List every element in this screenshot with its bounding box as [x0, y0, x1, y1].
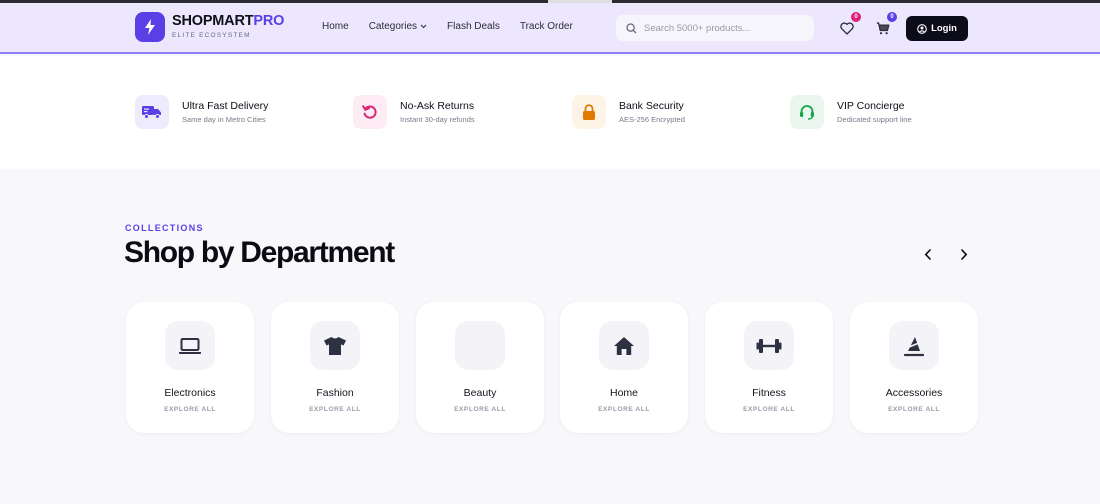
login-button[interactable]: Login	[906, 16, 968, 41]
nav-categories-label: Categories	[368, 21, 418, 32]
cart-icon	[876, 21, 890, 34]
category-name: Home	[609, 387, 638, 399]
category-explore-link[interactable]: EXPLORE ALL	[126, 406, 254, 413]
category-card-electronics[interactable]: Electronics EXPLORE ALL	[126, 302, 254, 433]
search-input[interactable]	[644, 22, 804, 34]
carousel-prev-button[interactable]	[919, 245, 937, 263]
feature-subtitle: Dedicated support line	[837, 115, 912, 124]
feature-title: Ultra Fast Delivery	[182, 100, 269, 112]
wishlist-count-badge: 0	[851, 12, 861, 22]
feature-subtitle: Same day in Metro Cities	[182, 115, 266, 124]
category-name: Beauty	[463, 387, 497, 399]
nav-flash-deals-label: Flash Deals	[447, 21, 500, 32]
category-card-fashion[interactable]: Fashion EXPLORE ALL	[271, 302, 399, 433]
cart-count-badge: 0	[887, 12, 897, 22]
category-card-fitness[interactable]: Fitness EXPLORE ALL	[705, 302, 833, 433]
nav-track-order[interactable]: Track Order	[520, 21, 573, 32]
tshirt-icon	[310, 321, 360, 370]
feature-title: Bank Security	[619, 100, 684, 112]
carousel-next-button[interactable]	[955, 245, 973, 263]
category-explore-link[interactable]: EXPLORE ALL	[271, 406, 399, 413]
brand-tagline: ELITE ECOSYSTEM	[172, 32, 251, 39]
category-name: Fashion	[316, 387, 354, 399]
nav-track-order-label: Track Order	[519, 21, 573, 32]
feature-returns: No-Ask Returns Instant 30-day refunds	[353, 95, 475, 129]
category-name: Electronics	[164, 387, 216, 399]
brand-accent: PRO	[253, 13, 285, 29]
beauty-placeholder-icon	[455, 321, 505, 370]
category-name: Fitness	[752, 387, 786, 399]
login-label: Login	[931, 23, 957, 34]
search-icon	[626, 22, 637, 33]
category-card-beauty[interactable]: Beauty EXPLORE ALL	[416, 302, 544, 433]
category-explore-link[interactable]: EXPLORE ALL	[850, 406, 978, 413]
nav-flash-deals[interactable]: Flash Deals	[447, 21, 500, 32]
cart-button[interactable]: 0	[872, 12, 897, 39]
category-card-accessories[interactable]: Accessories EXPLORE ALL	[850, 302, 978, 433]
dumbbell-icon	[744, 321, 794, 370]
feature-vip-concierge: VIP Concierge Dedicated support line	[790, 95, 912, 129]
section-title: Shop by Department	[124, 236, 395, 269]
nav-home-label: Home	[322, 21, 349, 32]
site-header: SHOPMARTPRO ELITE ECOSYSTEM Home Categor…	[0, 3, 1100, 54]
nav-home[interactable]: Home	[322, 21, 349, 32]
chevron-right-icon	[961, 248, 968, 260]
category-explore-link[interactable]: EXPLORE ALL	[705, 406, 833, 413]
chevron-down-icon	[420, 24, 427, 29]
lock-icon	[572, 95, 606, 129]
heart-icon	[840, 21, 854, 35]
headset-icon	[790, 95, 824, 129]
user-circle-icon	[917, 23, 927, 34]
wishlist-button[interactable]: 0	[836, 12, 861, 39]
main-nav: Home Categories Flash Deals Track Order	[322, 21, 573, 32]
nav-categories[interactable]: Categories	[369, 21, 427, 32]
category-name: Accessories	[885, 387, 943, 399]
truck-icon	[135, 95, 169, 129]
logo-bolt-icon[interactable]	[135, 12, 165, 42]
laptop-icon	[165, 321, 215, 370]
accessory-icon	[889, 321, 939, 370]
house-icon	[599, 321, 649, 370]
brand-primary: SHOPMART	[172, 13, 254, 29]
category-explore-link[interactable]: EXPLORE ALL	[560, 406, 688, 413]
feature-bank-security: Bank Security AES-256 Encrypted	[572, 95, 685, 129]
features-strip: Ultra Fast Delivery Same day in Metro Ci…	[0, 56, 1100, 169]
category-explore-link[interactable]: EXPLORE ALL	[416, 406, 544, 413]
feature-title: VIP Concierge	[837, 100, 905, 112]
return-icon	[353, 95, 387, 129]
category-card-home[interactable]: Home EXPLORE ALL	[560, 302, 688, 433]
section-eyebrow: COLLECTIONS	[125, 223, 204, 233]
feature-subtitle: AES-256 Encrypted	[619, 115, 685, 124]
search-box[interactable]	[616, 15, 814, 41]
feature-title: No-Ask Returns	[400, 100, 475, 112]
chevron-left-icon	[924, 248, 931, 260]
brand-name[interactable]: SHOPMARTPRO	[172, 13, 284, 29]
feature-fast-delivery: Ultra Fast Delivery Same day in Metro Ci…	[135, 95, 268, 129]
feature-subtitle: Instant 30-day refunds	[400, 115, 475, 124]
